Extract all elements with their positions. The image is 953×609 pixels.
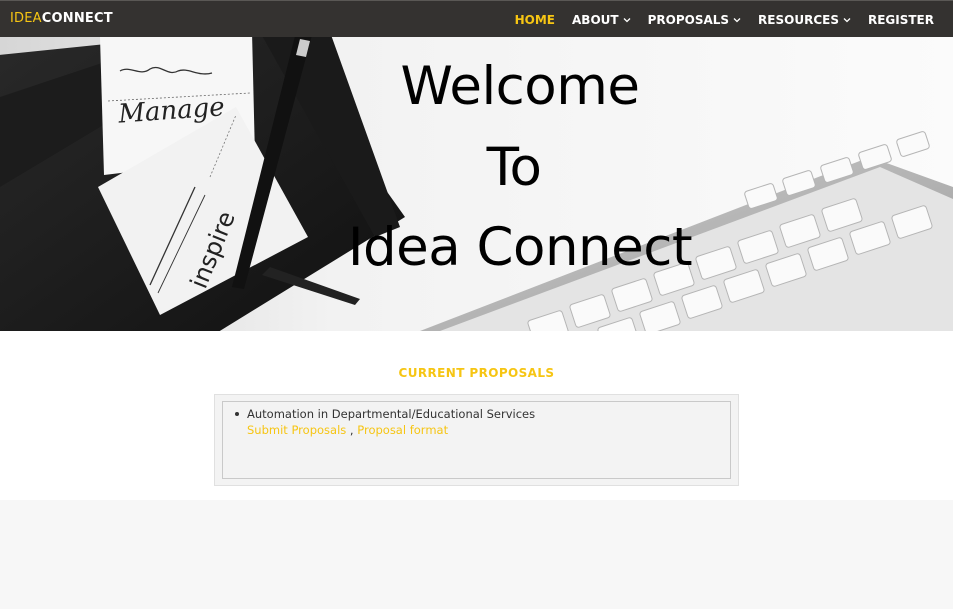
nav-home[interactable]: HOME	[515, 13, 555, 27]
proposals-panel: Automation in Departmental/Educational S…	[214, 394, 739, 486]
bullet-icon	[235, 412, 239, 416]
lower-section	[0, 500, 953, 609]
nav-register-label: REGISTER	[867, 12, 934, 27]
hero-line-welcome: Welcome	[400, 56, 640, 117]
nav-home-label: HOME	[514, 12, 556, 27]
top-navbar: IDEACONNECT HOME ABOUT PROPOSALS RESOURC…	[0, 0, 953, 37]
chevron-down-icon	[623, 16, 631, 24]
hero-banner: Welcome To Idea Connect Manage inspire	[0, 37, 953, 331]
link-separator: ,	[349, 423, 354, 437]
nav-menu: HOME ABOUT PROPOSALS RESOURCES REGISTER	[498, 1, 934, 38]
chevron-down-icon	[733, 16, 741, 24]
section-title-peek	[470, 603, 540, 609]
proposals-scroll-box[interactable]: Automation in Departmental/Educational S…	[222, 401, 731, 479]
hero-line-to: To	[486, 137, 542, 198]
nav-about-label: ABOUT	[572, 12, 619, 27]
nav-proposals[interactable]: PROPOSALS	[648, 13, 741, 27]
nav-resources[interactable]: RESOURCES	[758, 13, 851, 27]
nav-register[interactable]: REGISTER	[868, 13, 934, 27]
nav-resources-label: RESOURCES	[758, 12, 839, 27]
current-proposals-heading: CURRENT PROPOSALS	[398, 366, 555, 380]
nav-proposals-label: PROPOSALS	[647, 12, 730, 27]
nav-about[interactable]: ABOUT	[572, 13, 631, 27]
brand-logo[interactable]: IDEACONNECT	[10, 11, 113, 27]
submit-proposals-link[interactable]: Submit Proposals	[247, 423, 346, 437]
proposal-title: Automation in Departmental/Educational S…	[247, 407, 536, 421]
brand-connect: CONNECT	[41, 11, 113, 26]
proposal-links: Submit Proposals , Proposal format	[247, 423, 448, 437]
hero-line-idea-connect: Idea Connect	[347, 217, 693, 278]
brand-idea: IDEA	[10, 11, 42, 26]
chevron-down-icon	[843, 16, 851, 24]
proposal-format-link[interactable]: Proposal format	[357, 423, 448, 437]
